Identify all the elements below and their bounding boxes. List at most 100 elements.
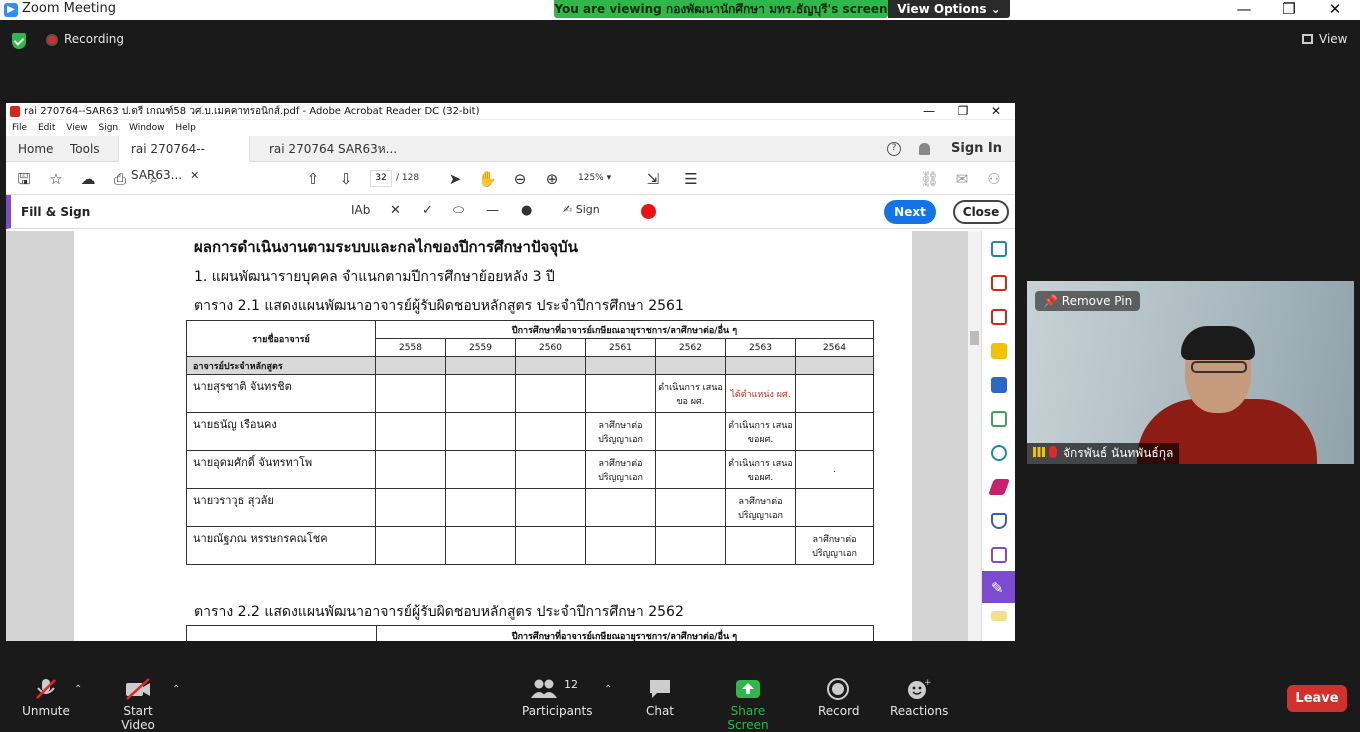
participant-glasses — [1191, 361, 1247, 373]
acrobat-minimize-icon[interactable]: — — [912, 103, 946, 120]
select-cursor-icon[interactable]: ➤ — [446, 170, 464, 188]
zoom-in-icon[interactable]: ⊕ — [543, 170, 561, 188]
menu-edit[interactable]: Edit — [38, 123, 55, 133]
participants-button[interactable]: 12 Participants — [522, 678, 593, 718]
export-pdf-icon[interactable] — [991, 241, 1007, 257]
video-options-caret[interactable]: ⌃ — [172, 684, 180, 695]
add-user-icon[interactable]: ⚇ — [985, 170, 1003, 188]
next-button[interactable]: Next — [884, 200, 936, 224]
cross-mark-icon[interactable]: ✕ — [390, 203, 401, 218]
zoom-value: 125% — [578, 173, 604, 183]
menu-view[interactable]: View — [66, 123, 87, 133]
combine-files-icon[interactable] — [991, 309, 1007, 325]
hand-tool-icon[interactable]: ✋ — [478, 170, 497, 188]
measure-icon[interactable] — [991, 445, 1007, 461]
participants-label: Participants — [522, 704, 593, 718]
teacher-name: นายณัฐภณ หรรษกรคณโชค — [186, 526, 376, 565]
pinned-video[interactable]: 📌 Remove Pin จักรพันธ์ นันทพันธ์กุล — [1027, 281, 1354, 464]
recording-label[interactable]: Recording — [64, 32, 124, 46]
zoom-select[interactable]: 125% ▾ — [578, 170, 628, 187]
zoom-logo-icon: ▶ — [4, 3, 18, 17]
comment-icon[interactable] — [991, 343, 1007, 359]
print-icon[interactable]: ⎙ — [111, 170, 129, 188]
year-header: 2564 — [795, 338, 874, 357]
doc-subheading: 1. แผนพัฒนารายบุคคล จำแนกตามปีการศึกษาย้… — [194, 269, 555, 285]
menu-sign[interactable]: Sign — [98, 123, 118, 133]
participant-name-tag: จักรพันธ์ นันทพันธ์กุล — [1027, 443, 1180, 464]
participants-icon: 12 — [530, 678, 580, 700]
edit-pdf-icon[interactable] — [988, 479, 1010, 495]
view-options-button[interactable]: View Options ⌄ — [888, 0, 1010, 18]
note-icon[interactable] — [991, 611, 1007, 621]
table-cell — [445, 412, 516, 451]
document-area[interactable]: ผลการดำเนินงานตามระบบและกลไกของปีการศึกษ… — [6, 231, 981, 641]
start-video-button[interactable]: Start Video — [106, 678, 170, 732]
signal-icon — [1033, 447, 1045, 457]
tab-doc-2[interactable]: rai 270764 SAR63ห... — [257, 136, 409, 162]
link-icon[interactable]: ⛓ — [920, 170, 939, 188]
viewing-banner: You are viewing กองพัฒนานักศึกษา มทร.ธัญ… — [554, 0, 888, 18]
compress-icon[interactable] — [991, 411, 1007, 427]
chat-button[interactable]: Chat — [644, 678, 676, 718]
view-button[interactable]: View — [1302, 32, 1347, 46]
camera-off-icon — [125, 678, 151, 700]
page-down-icon[interactable]: ⇩ — [337, 170, 355, 188]
create-pdf-icon[interactable] — [991, 275, 1007, 291]
tab-home[interactable]: Home — [18, 136, 53, 162]
scroll-mode-icon[interactable]: ☰ — [682, 170, 700, 188]
remove-pin-button[interactable]: 📌 Remove Pin — [1035, 291, 1141, 311]
record-button[interactable]: Record — [818, 678, 859, 718]
email-icon[interactable]: ✉ — [953, 170, 971, 188]
vertical-scrollbar[interactable] — [968, 231, 981, 641]
fit-page-icon[interactable]: ⇲ — [644, 170, 662, 188]
table-cell — [655, 526, 726, 565]
security-shield-icon[interactable] — [12, 33, 26, 49]
reactions-button[interactable]: + Reactions — [890, 678, 948, 718]
save-icon[interactable]: 🖫 — [15, 170, 33, 188]
dot-tool-icon[interactable]: ● — [521, 203, 532, 218]
bookmark-star-icon[interactable]: ☆ — [47, 170, 65, 188]
bell-icon[interactable] — [919, 143, 930, 155]
color-picker-icon[interactable] — [641, 204, 656, 219]
maximize-icon[interactable]: ❐ — [1266, 0, 1312, 20]
help-icon[interactable]: ? — [887, 142, 901, 156]
unmute-button[interactable]: Unmute — [22, 678, 70, 718]
upload-cloud-icon[interactable]: ☁ — [79, 170, 97, 188]
menu-help[interactable]: Help — [175, 123, 196, 133]
sign-in-button[interactable]: Sign In — [951, 141, 1002, 156]
ellipse-tool-icon[interactable]: ⬭ — [453, 203, 464, 218]
leave-button[interactable]: Leave — [1287, 685, 1347, 712]
minimize-icon[interactable]: — — [1221, 0, 1267, 20]
page-number-input[interactable]: 32 — [370, 170, 392, 187]
add-text-tool[interactable]: IAb — [351, 203, 370, 217]
menu-window[interactable]: Window — [129, 123, 165, 133]
line-tool-icon[interactable]: — — [486, 203, 499, 218]
scrollbar-thumb[interactable] — [970, 331, 979, 345]
table-cell — [375, 374, 446, 413]
fill-form-icon[interactable] — [991, 547, 1007, 563]
zoom-out-icon[interactable]: ⊖ — [511, 170, 529, 188]
page-up-icon[interactable]: ⇧ — [304, 170, 322, 188]
audio-options-caret[interactable]: ⌃ — [74, 684, 82, 695]
sign-tool[interactable]: ✍ Sign — [563, 203, 600, 216]
menu-file[interactable]: File — [12, 123, 27, 133]
fill-sign-tool-active[interactable]: ✎ — [982, 571, 1015, 603]
participant-name: จักรพันธ์ นันทพันธ์กุล — [1063, 446, 1174, 460]
close-icon[interactable]: ✕ — [1312, 0, 1358, 20]
acrobat-close-icon[interactable]: ✕ — [979, 103, 1013, 120]
close-button[interactable]: Close — [953, 200, 1009, 224]
acrobat-menubar: File Edit View Sign Window Help — [6, 120, 1015, 136]
table-cell — [375, 450, 446, 489]
acrobat-maximize-icon[interactable]: ❐ — [946, 103, 980, 120]
share-screen-button[interactable]: Share Screen — [712, 678, 784, 732]
check-mark-icon[interactable]: ✓ — [422, 203, 433, 218]
tab-tools[interactable]: Tools — [70, 136, 100, 162]
svg-text:+: + — [924, 678, 931, 688]
organize-pages-icon[interactable] — [991, 377, 1007, 393]
tab-doc-1[interactable]: rai 270764--SAR63... ✕ — [118, 136, 250, 182]
table-cell: ได้ตำแหน่ง ผศ. — [725, 374, 796, 413]
participants-caret[interactable]: ⌃ — [604, 684, 612, 695]
protect-icon[interactable] — [991, 513, 1007, 529]
search-icon[interactable]: ⌕ — [145, 170, 163, 188]
shared-screen-acrobat[interactable]: rai 270764--SAR63 ป.ตรี เกณฑ์58 วศ.บ.เมค… — [6, 103, 1015, 641]
